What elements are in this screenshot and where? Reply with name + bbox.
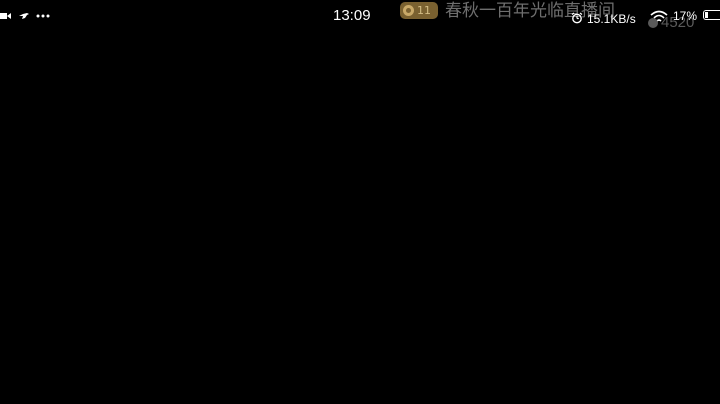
bird-icon: [18, 11, 30, 21]
battery-percent: 17%: [673, 9, 698, 23]
battery-level-fill: [705, 12, 708, 18]
screen: 13:09 11 春秋一百年光临直播间 15.1KB/s 4520 17%: [0, 0, 720, 404]
badge-number: 11: [417, 3, 431, 17]
viewer-icon: [648, 18, 658, 28]
status-bar: 13:09 11 春秋一百年光临直播间 15.1KB/s 4520 17%: [0, 0, 720, 32]
video-area[interactable]: [0, 32, 720, 404]
badge-icon: [403, 5, 414, 16]
battery-icon: [703, 10, 720, 20]
video-camera-icon: [0, 11, 12, 21]
more-dots-icon: [36, 14, 50, 18]
network-status: 15.1KB/s: [571, 9, 636, 28]
status-left-icons: [0, 8, 50, 24]
alarm-icon: [571, 9, 583, 28]
network-speed: 15.1KB/s: [587, 11, 636, 26]
fan-level-badge[interactable]: 11: [400, 2, 438, 19]
status-time: 13:09: [333, 7, 371, 24]
